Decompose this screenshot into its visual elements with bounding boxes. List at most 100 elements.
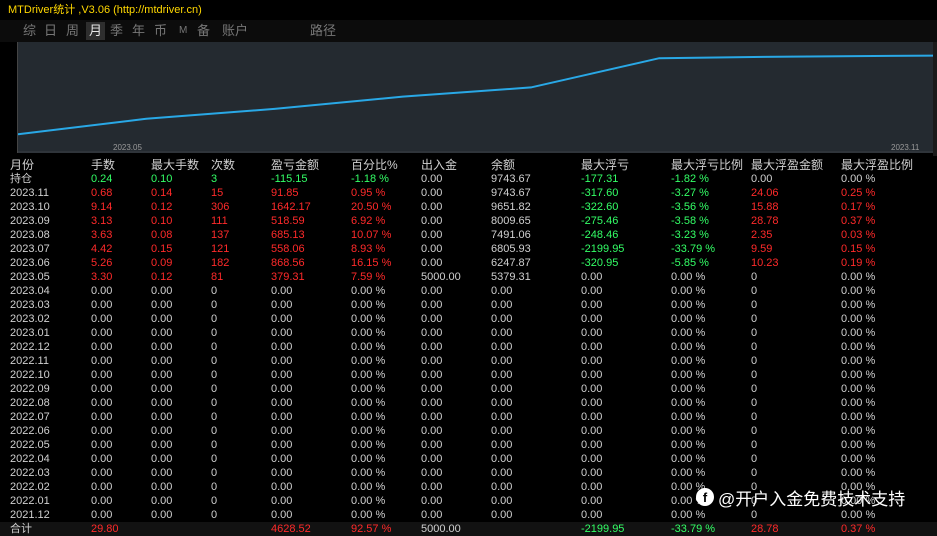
cell-month: 2022.07 <box>10 411 50 423</box>
cell-month: 2022.05 <box>10 439 50 451</box>
cell-balance: 0.00 <box>491 285 513 297</box>
cell-lots: 0.68 <box>91 187 113 199</box>
cell-max-float-loss-pct: -33.79 % <box>671 523 716 535</box>
cell-max-float-loss-pct: 0.00 % <box>671 383 706 395</box>
cell-max-float-loss-pct: -3.56 % <box>671 201 709 213</box>
cell-pnl: 0.00 <box>271 341 293 353</box>
balance-point-2023.07 <box>273 108 276 110</box>
cell-max-float-profit-pct: 0.00 % <box>841 453 876 465</box>
cell-max-float-loss: -177.31 <box>581 173 619 185</box>
cell-month: 2023.04 <box>10 285 50 297</box>
tab-10[interactable]: 路径 <box>307 22 339 40</box>
cell-lots: 0.00 <box>91 495 113 507</box>
cell-max-float-loss-pct: 0.00 % <box>671 285 706 297</box>
cell-percent: 0.00 % <box>351 509 386 521</box>
cell-max-float-profit: 0 <box>751 313 758 325</box>
tab-2[interactable]: 周 <box>63 22 82 40</box>
cell-balance: 0.00 <box>491 397 513 409</box>
cell-balance: 0.00 <box>491 439 513 451</box>
cell-count: 0 <box>211 285 218 297</box>
cell-count: 0 <box>211 467 218 479</box>
cell-lots: 3.30 <box>91 271 113 283</box>
cell-max-lots: 0.12 <box>151 201 173 213</box>
cell-deposit: 0.00 <box>421 495 443 507</box>
cell-max-float-loss-pct: 0.00 % <box>671 369 706 381</box>
cell-balance: 0.00 <box>491 467 513 479</box>
cell-count: 0 <box>211 355 218 367</box>
cell-deposit: 0.00 <box>421 453 443 465</box>
cell-max-float-loss: 0.00 <box>581 271 603 283</box>
cell-max-float-loss: -248.46 <box>581 229 619 241</box>
cell-max-float-loss: 最大浮亏 <box>581 158 630 172</box>
cell-deposit: 0.00 <box>421 383 443 395</box>
cell-max-float-profit-pct: 0.00 % <box>841 285 876 297</box>
cell-month: 2022.11 <box>10 355 49 367</box>
table-row: 持仓 0.24 0.10 3 -115.15 -1.18 % 0.00 9743.67 -177… <box>0 172 937 186</box>
cell-count: 0 <box>211 341 218 353</box>
cell-deposit: 0.00 <box>421 299 443 311</box>
tab-0[interactable]: 综 <box>20 22 39 40</box>
tab-9[interactable]: 账户 <box>219 22 251 40</box>
tab-5[interactable]: 年 <box>129 22 148 40</box>
cell-month: 合计 <box>10 523 32 535</box>
cell-lots: 0.00 <box>91 369 113 381</box>
cell-balance: 7491.06 <box>491 229 531 241</box>
cell-pnl: 0.00 <box>271 369 293 381</box>
cell-count: 0 <box>211 439 218 451</box>
cell-max-float-loss: 0.00 <box>581 467 603 479</box>
cell-pnl: 0.00 <box>271 481 293 493</box>
cell-balance: 0.00 <box>491 299 513 311</box>
cell-max-float-profit: 10.23 <box>751 257 779 269</box>
cell-deposit: 5000.00 <box>421 523 461 535</box>
cell-max-lots: 0.00 <box>151 341 173 353</box>
cell-max-float-loss-pct: -5.85 % <box>671 257 709 269</box>
cell-count: 0 <box>211 327 218 339</box>
cell-max-float-profit-pct: 0.00 % <box>841 173 876 185</box>
tab-8[interactable]: 备 <box>194 22 213 40</box>
cell-percent: 20.50 % <box>351 201 392 213</box>
cell-max-float-profit: 0 <box>751 509 758 521</box>
cell-max-float-profit-pct: 0.00 % <box>841 341 876 353</box>
cell-max-float-loss-pct: 0.00 % <box>671 411 706 423</box>
watermark-text: @开户入金免费技术支持 <box>718 489 906 509</box>
cell-pnl: -115.15 <box>271 173 308 185</box>
cell-max-float-profit: 0 <box>751 425 758 437</box>
tab-3[interactable]: 月 <box>86 22 106 40</box>
tab-7[interactable]: M <box>176 22 190 40</box>
table-row: 2023.04 0.00 0.00 0 0.00 0.00 % 0.00 0.00 0.00 0.… <box>0 284 937 298</box>
cell-max-float-loss: 0.00 <box>581 425 603 437</box>
cell-max-float-loss-pct: 0.00 % <box>671 355 706 367</box>
cell-balance: 0.00 <box>491 495 513 507</box>
cell-max-float-loss-pct: -3.23 % <box>671 229 709 241</box>
cell-deposit: 0.00 <box>421 187 443 199</box>
tab-6[interactable]: 币 <box>151 22 170 40</box>
cell-max-lots: 0.00 <box>151 481 173 493</box>
cell-deposit: 0.00 <box>421 285 443 297</box>
cell-max-float-profit: 0 <box>751 299 758 311</box>
tab-4[interactable]: 季 <box>107 22 126 40</box>
cell-max-lots: 0.00 <box>151 369 173 381</box>
cell-max-float-loss-pct: -3.27 % <box>671 187 709 199</box>
cell-count: 0 <box>211 425 218 437</box>
cell-balance: 0.00 <box>491 341 513 353</box>
x-tick-label: 2023.11 <box>891 143 920 152</box>
cell-deposit: 0.00 <box>421 467 443 479</box>
cell-max-float-profit-pct: 0.00 % <box>841 397 876 409</box>
cell-max-float-profit-pct: 0.00 % <box>841 313 876 325</box>
cell-max-float-loss-pct: 0.00 % <box>671 299 706 311</box>
cell-lots: 0.00 <box>91 397 113 409</box>
tab-1[interactable]: 日 <box>41 22 60 40</box>
cell-max-float-profit: 0 <box>751 271 758 283</box>
cell-percent: 0.00 % <box>351 285 386 297</box>
cell-max-float-loss-pct: 0.00 % <box>671 327 706 339</box>
cell-max-float-profit-pct: 0.00 % <box>841 271 876 283</box>
table-row: 2022.05 0.00 0.00 0 0.00 0.00 % 0.00 0.00 0.00 0.… <box>0 438 937 452</box>
cell-lots: 3.13 <box>91 215 113 227</box>
cell-pnl: 0.00 <box>271 495 293 507</box>
cell-max-lots: 0.00 <box>151 453 173 465</box>
cell-max-float-loss-pct: 0.00 % <box>671 439 706 451</box>
cell-max-lots: 最大手数 <box>151 158 200 172</box>
cell-max-float-profit-pct: 0.37 % <box>841 523 876 535</box>
cell-pnl: 0.00 <box>271 453 293 465</box>
cell-count: 121 <box>211 243 230 255</box>
